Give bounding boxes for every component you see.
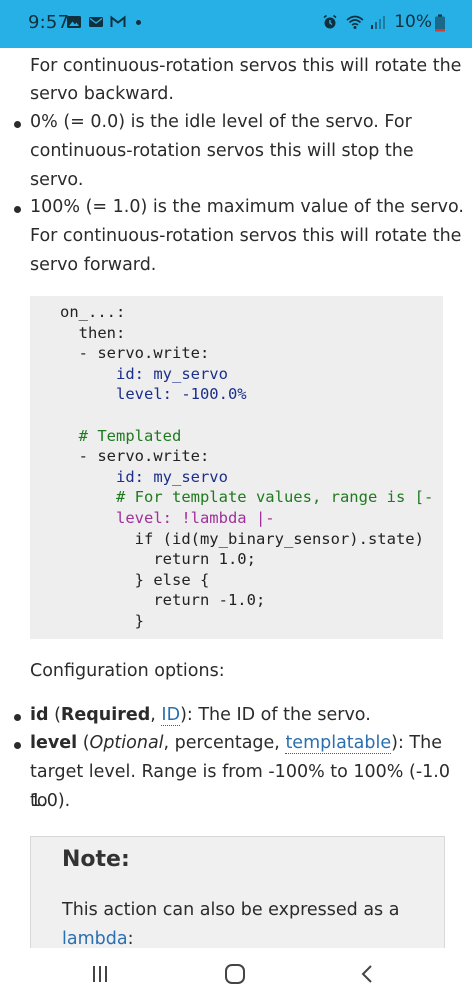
home-button[interactable]: [215, 960, 255, 988]
id-link[interactable]: ID: [161, 705, 181, 726]
option-punct: ,: [150, 705, 162, 725]
code-line: } else {: [60, 570, 210, 589]
code-line: }: [60, 611, 144, 630]
lambda-link[interactable]: lambda: [62, 929, 128, 949]
gmail-icon: [110, 14, 126, 30]
option-name: id: [30, 705, 49, 725]
status-time: 9:57: [28, 12, 70, 33]
option-name: level: [30, 733, 78, 753]
option-punct: , percentage,: [163, 733, 286, 753]
code-line: # For template values, range is [-: [60, 488, 434, 507]
recents-icon: [93, 966, 107, 982]
status-right: 10%: [322, 12, 450, 32]
doc-content: For continuous-rotation servos this will…: [0, 48, 472, 960]
home-icon: [225, 964, 245, 984]
code-line: level: -100.0%: [60, 385, 247, 404]
option-desc: ): The ID of the servo.: [180, 705, 371, 725]
code-line: id: my_servo: [60, 467, 228, 486]
battery-percent: 10%: [394, 12, 432, 32]
option-punct: (: [48, 705, 61, 725]
bullet-text: For continuous-rotation servos this will…: [30, 226, 462, 246]
code-line: return 1.0;: [60, 550, 256, 569]
option-level: level (Optional, percentage, templatable…: [30, 729, 442, 758]
option-qualifier: Required: [60, 705, 151, 725]
bullet-text: servo forward.: [30, 255, 157, 275]
code-line: level: !lambda |-: [60, 508, 275, 527]
code-text: on_...: then: - servo.write: id: my_serv…: [60, 302, 433, 632]
option-qualifier: Optional: [89, 733, 164, 753]
option-desc: 1.0).: [30, 791, 71, 811]
notification-icons: [66, 14, 141, 30]
bullet-text: 100% (= 1.0) is the maximum value of the…: [30, 197, 464, 217]
bullet-text: servo.: [30, 170, 84, 190]
bullet-dot: [14, 742, 21, 749]
back-button[interactable]: [348, 960, 388, 988]
option-punct: (: [77, 733, 90, 753]
paragraph-line: servo backward.: [30, 84, 174, 104]
config-heading: Configuration options:: [30, 661, 225, 681]
gallery-icon: [66, 14, 82, 30]
bullet-dot: [14, 206, 21, 213]
note-text: This action can also be expressed as a: [62, 900, 400, 920]
code-line: # Templated: [60, 426, 182, 445]
option-id: id (Required, ID): The ID of the servo.: [30, 701, 371, 730]
bullet-text: continuous-rotation servos this will sto…: [30, 141, 414, 161]
battery-icon: [434, 14, 450, 32]
note-title: Note:: [62, 847, 130, 872]
code-line: if (id(my_binary_sensor).state): [60, 529, 424, 548]
code-line: return -1.0;: [60, 591, 266, 610]
templatable-link[interactable]: templatable: [285, 733, 392, 754]
recents-button[interactable]: [80, 960, 120, 988]
alarm-icon: [322, 14, 338, 30]
email-icon: [88, 14, 104, 30]
signal-icon: [370, 14, 386, 30]
code-line: - servo.write:: [60, 344, 210, 363]
note-box: Note: This action can also be expressed …: [30, 836, 445, 960]
bullet-text: 0% (= 0.0) is the idle level of the serv…: [30, 112, 412, 132]
code-line: on_...:: [60, 303, 126, 321]
bullet-dot: [14, 714, 21, 721]
more-notifications-dot: [136, 19, 141, 25]
code-block[interactable]: on_...: then: - servo.write: id: my_serv…: [30, 296, 443, 639]
option-desc: target level. Range is from -100% to 100…: [30, 762, 450, 811]
bullet-dot: [14, 121, 21, 128]
system-nav-bar: [0, 948, 472, 1000]
code-line: then:: [60, 323, 126, 342]
paragraph-line: For continuous-rotation servos this will…: [30, 56, 462, 76]
option-desc: ): The: [391, 733, 442, 753]
status-bar: 9:57 10%: [0, 0, 472, 48]
note-punct: :: [127, 929, 134, 949]
code-line: id: my_servo: [60, 364, 228, 383]
code-line: - servo.write:: [60, 447, 210, 466]
back-icon: [361, 965, 372, 983]
wifi-icon: [346, 14, 364, 30]
